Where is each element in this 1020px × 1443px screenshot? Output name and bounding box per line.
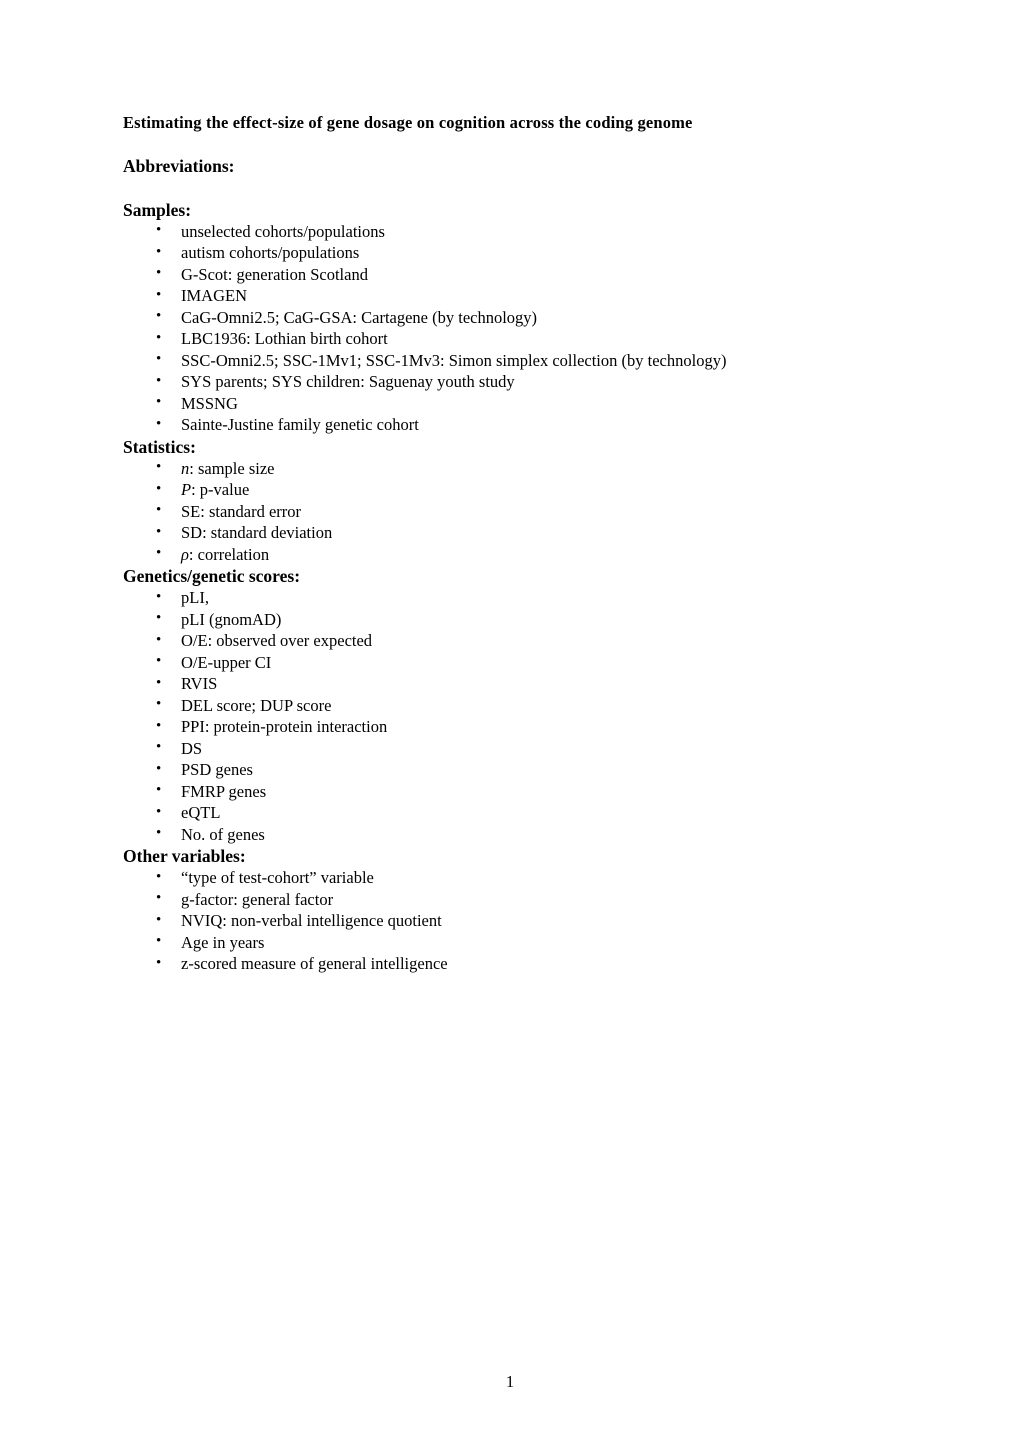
section-heading-statistics: Statistics: xyxy=(123,436,196,457)
list-other-variables: “type of test-cohort” variable g-factor:… xyxy=(123,867,823,975)
list-item: Age in years xyxy=(123,931,823,954)
title-spacer xyxy=(123,134,823,156)
list-item: n: sample size xyxy=(123,457,823,480)
list-item: LBC1936: Lothian birth cohort xyxy=(123,328,823,350)
list-item: DEL score; DUP score xyxy=(123,694,823,717)
list-item: SD: standard deviation xyxy=(123,522,823,544)
list-item: SYS parents; SYS children: Saguenay yout… xyxy=(123,371,823,393)
abbreviations-spacer xyxy=(123,177,823,199)
list-item: Sainte-Justine family genetic cohort xyxy=(123,414,823,436)
list-item-symbol: P xyxy=(181,480,192,499)
list-item: eQTL xyxy=(123,802,823,824)
page-title: Estimating the effect-size of gene dosag… xyxy=(123,113,693,132)
list-genetics: pLI, pLI (gnomAD) O/E: observed over exp… xyxy=(123,587,823,845)
list-item: G-Scot: generation Scotland xyxy=(123,263,823,286)
list-item-label: : sample size xyxy=(189,458,275,478)
list-item: PPI: protein-protein interaction xyxy=(123,716,823,738)
page-number: 1 xyxy=(505,1372,515,1391)
list-item: PSD genes xyxy=(123,759,823,781)
section-heading-genetics: Genetics/genetic scores: xyxy=(123,566,301,586)
list-item: “type of test-cohort” variable xyxy=(123,867,823,889)
section-heading-samples: Samples: xyxy=(123,199,192,220)
abbreviations-heading: Abbreviations: xyxy=(123,156,235,176)
list-item: NVIQ: non-verbal intelligence quotient xyxy=(123,910,823,932)
list-item: No. of genes xyxy=(123,823,823,846)
document-page: Estimating the effect-size of gene dosag… xyxy=(0,0,1020,1443)
document-body: Estimating the effect-size of gene dosag… xyxy=(123,112,823,975)
list-item: O/E: observed over expected xyxy=(123,630,823,652)
list-item: pLI, xyxy=(123,587,823,609)
list-item: CaG-Omni2.5; CaG-GSA: Cartagene (by tech… xyxy=(123,306,823,329)
list-item-label: : p-value xyxy=(191,480,250,499)
list-item: IMAGEN xyxy=(123,285,823,307)
section-heading-other-variables: Other variables: xyxy=(123,846,246,866)
list-item: SE: standard error xyxy=(123,500,823,523)
list-item-symbol: n xyxy=(181,458,190,478)
list-item: z-scored measure of general intelligence xyxy=(123,953,823,975)
list-item-label: SD: standard deviation xyxy=(181,523,333,542)
list-item: g-factor: general factor xyxy=(123,888,823,911)
list-item-symbol: ρ xyxy=(181,544,189,564)
list-item: autism cohorts/populations xyxy=(123,242,823,264)
list-item: ρ: correlation xyxy=(123,543,823,566)
list-item: DS xyxy=(123,737,823,760)
list-item: FMRP genes xyxy=(123,780,823,803)
list-samples: unselected cohorts/populations autism co… xyxy=(123,220,823,436)
list-item: O/E-upper CI xyxy=(123,651,823,674)
list-item: unselected cohorts/populations xyxy=(123,220,823,243)
list-statistics: n: sample size P: p-value SE: standard e… xyxy=(123,457,823,566)
list-item: SSC-Omni2.5; SSC-1Mv1; SSC-1Mv3: Simon s… xyxy=(123,349,823,372)
list-item: pLI (gnomAD) xyxy=(123,608,823,631)
list-item-label: : correlation xyxy=(188,544,270,564)
list-item: RVIS xyxy=(123,673,823,695)
list-item-label: SE: standard error xyxy=(181,501,302,521)
list-item: P: p-value xyxy=(123,479,823,501)
list-item: MSSNG xyxy=(123,392,823,415)
